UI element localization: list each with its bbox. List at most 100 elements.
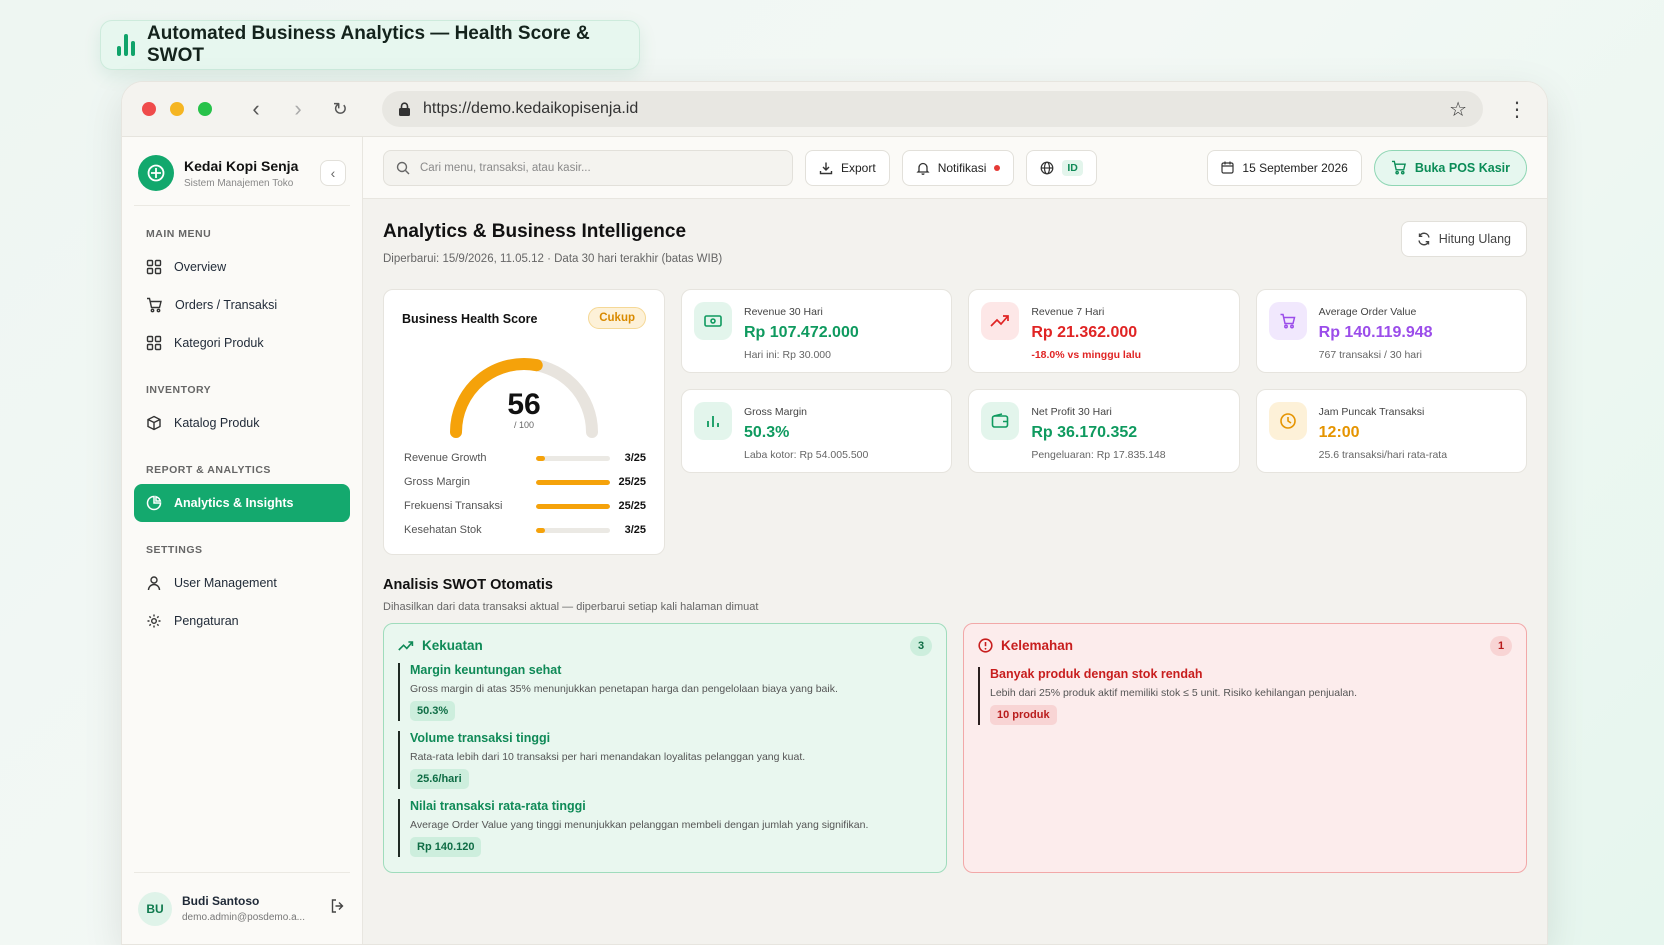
sidebar-item-kategori[interactable]: Kategori Produk [134, 324, 350, 362]
kpi-subtext: 25.6 transaksi/hari rata-rata [1318, 449, 1448, 461]
logout-icon[interactable] [330, 898, 346, 919]
health-status-badge: Cukup [588, 307, 646, 329]
browser-chrome: ‹ › ↻ https://demo.kedaikopisenja.id ☆ ⋮ [122, 82, 1547, 137]
swot-strengths-panel: Kekuatan 3 Margin keuntungan sehat Gross… [383, 623, 947, 873]
swot-item: Margin keuntungan sehat Gross margin di … [398, 663, 932, 721]
close-window-button[interactable] [142, 102, 156, 116]
user-name: Budi Santoso [182, 894, 260, 908]
forward-icon[interactable]: › [284, 95, 312, 123]
metric-value: 25/25 [618, 500, 646, 512]
language-badge: ID [1062, 159, 1083, 176]
sidebar-item-pengaturan[interactable]: Pengaturan [134, 602, 350, 640]
kpi-value: 50.3% [744, 424, 790, 441]
kpi-card-revenue-30: Revenue 30 Hari Rp 107.472.000 Hari ini:… [681, 289, 953, 373]
kpi-value: Rp 140.119.948 [1318, 324, 1433, 341]
kpi-cards: Revenue 30 Hari Rp 107.472.000 Hari ini:… [681, 289, 1527, 555]
sidebar-item-overview[interactable]: Overview [134, 248, 350, 286]
clock-icon [1268, 402, 1307, 440]
address-bar[interactable]: https://demo.kedaikopisenja.id ☆ [382, 91, 1483, 127]
analytics-page: Analytics & Business Intelligence Diperb… [363, 199, 1547, 895]
metric-value: 3/25 [624, 524, 646, 536]
metric-label: Kesehatan Stok [404, 524, 482, 536]
notification-button[interactable]: Notifikasi [901, 149, 1015, 186]
swot-item-title: Banyak produk dengan stok rendah [990, 667, 1203, 681]
trend-up-icon [981, 302, 1020, 340]
metric-value: 3/25 [624, 452, 646, 464]
weaknesses-count: 1 [1490, 636, 1512, 656]
sidebar-item-label: Analytics & Insights [174, 496, 294, 510]
swot-item-desc: Gross margin di atas 35% menunjukkan pen… [410, 683, 838, 695]
swot-item-tag: Rp 140.120 [410, 837, 482, 857]
metric-bar [536, 527, 610, 533]
sidebar-item-label: Katalog Produk [174, 416, 260, 430]
health-score-max: / 100 [513, 420, 535, 430]
kpi-value: Rp 107.472.000 [744, 324, 859, 341]
health-score-value: 56 [507, 388, 541, 421]
swot-item-title: Nilai transaksi rata-rata tinggi [410, 799, 586, 813]
metric-bar-fill [536, 479, 610, 485]
sidebar-item-label: Pengaturan [174, 614, 239, 628]
refresh-icon [1418, 232, 1430, 246]
swot-item-desc: Average Order Value yang tinggi menunjuk… [410, 819, 869, 831]
swot-item-desc: Lebih dari 25% produk aktif memiliki sto… [990, 687, 1358, 699]
notification-label: Notifikasi [937, 160, 987, 175]
kpi-label: Jam Puncak Transaksi [1318, 406, 1425, 418]
brand-subtitle: Sistem Manajemen Toko [184, 177, 294, 189]
recalculate-label: Hitung Ulang [1438, 232, 1511, 246]
user-profile: BU Budi Santoso demo.admin@posdemo.a... [134, 872, 350, 944]
open-pos-label: Buka POS Kasir [1414, 160, 1510, 175]
grid-icon [146, 335, 162, 351]
open-pos-button[interactable]: Buka POS Kasir [1373, 149, 1527, 186]
strengths-title: Kekuatan [422, 638, 483, 653]
sidebar-item-katalog[interactable]: Katalog Produk [134, 404, 350, 442]
metric-bar-fill [536, 503, 610, 509]
browser-menu-icon[interactable]: ⋮ [1507, 97, 1527, 122]
strengths-count: 3 [910, 636, 932, 656]
date-button[interactable]: 15 September 2026 [1207, 149, 1362, 186]
metric-bar [536, 479, 610, 485]
date-label: 15 September 2026 [1242, 160, 1348, 175]
language-button[interactable]: ID [1026, 149, 1097, 186]
back-icon[interactable]: ‹ [242, 95, 270, 123]
swot-item: Nilai transaksi rata-rata tinggi Average… [398, 799, 932, 857]
caption-pill: Automated Business Analytics — Health Sc… [100, 20, 640, 70]
box-icon [147, 415, 161, 431]
swot-item-tag: 50.3% [410, 701, 456, 721]
metric-label: Gross Margin [404, 476, 471, 488]
kpi-subtext: Laba kotor: Rp 54.005.500 [744, 449, 869, 461]
health-score-card: Business Health Score Cukup 56 / 100 Rev… [383, 289, 665, 555]
kpi-card-gross-margin: Gross Margin 50.3% Laba kotor: Rp 54.005… [681, 389, 953, 473]
export-button[interactable]: Export [805, 149, 890, 186]
bookmark-star-icon[interactable]: ☆ [1449, 97, 1467, 122]
browser-window: ‹ › ↻ https://demo.kedaikopisenja.id ☆ ⋮… [121, 81, 1548, 945]
kpi-value: Rp 36.170.352 [1031, 424, 1138, 441]
metric-row: Kesehatan Stok 3/25 [404, 524, 646, 536]
minimize-window-button[interactable] [170, 102, 184, 116]
swot-item: Volume transaksi tinggi Rata-rata lebih … [398, 731, 932, 789]
sidebar-item-label: Orders / Transaksi [175, 298, 278, 312]
metric-bar-fill [536, 455, 545, 461]
user-icon [147, 576, 161, 591]
kpi-value: 12:00 [1318, 424, 1360, 441]
sidebar-item-users[interactable]: User Management [134, 564, 350, 602]
collapse-sidebar-button[interactable]: ‹ [320, 160, 346, 186]
sidebar-item-label: Kategori Produk [174, 336, 264, 350]
recalculate-button[interactable]: Hitung Ulang [1400, 221, 1527, 257]
metric-row: Revenue Growth 3/25 [404, 452, 646, 464]
kpi-subtext: 767 transaksi / 30 hari [1318, 349, 1422, 361]
gear-icon [147, 614, 161, 628]
metric-bar [536, 455, 610, 461]
bar-chart-icon [117, 34, 135, 56]
swot-item-desc: Rata-rata lebih dari 10 transaksi per ha… [410, 751, 806, 763]
swot-title: Analisis SWOT Otomatis [383, 577, 553, 593]
sidebar-item-analytics[interactable]: Analytics & Insights [134, 484, 350, 522]
download-icon [819, 162, 833, 174]
search-input[interactable]: Cari menu, transaksi, atau kasir... [383, 149, 793, 186]
maximize-window-button[interactable] [198, 102, 212, 116]
reload-icon[interactable]: ↻ [326, 95, 354, 123]
swot-item-title: Volume transaksi tinggi [410, 731, 551, 745]
grid-icon [146, 259, 162, 275]
sidebar-item-orders[interactable]: Orders / Transaksi [134, 286, 350, 324]
swot-item-tag: 25.6/hari [410, 769, 469, 789]
main-content: Cari menu, transaksi, atau kasir... Expo… [363, 137, 1547, 944]
